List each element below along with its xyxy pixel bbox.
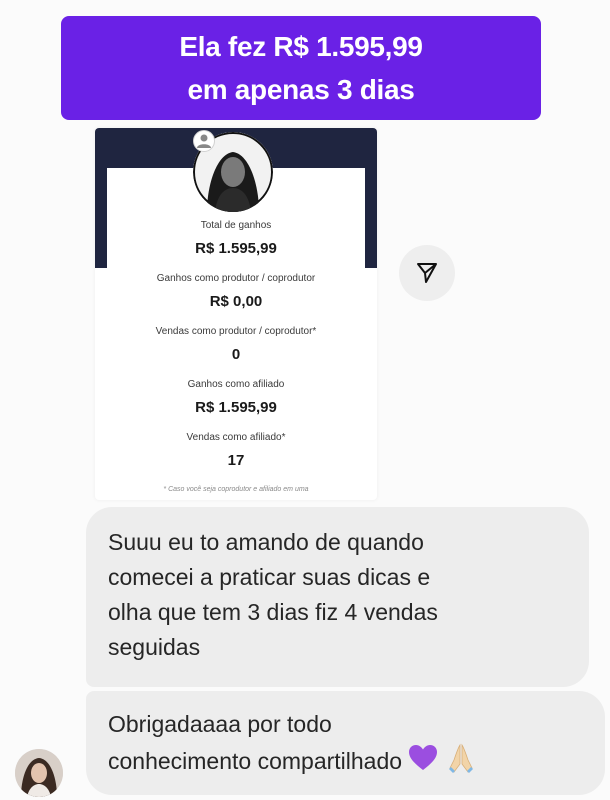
- headline-line-1: Ela fez R$ 1.595,99: [179, 31, 423, 62]
- folded-hands-icon: [445, 742, 477, 784]
- user-icon: [193, 130, 215, 152]
- stat-total-earnings: Total de ganhos R$ 1.595,99: [107, 218, 365, 271]
- stat-affiliate-earnings: Ganhos como afiliado R$ 1.595,99: [107, 377, 365, 430]
- stat-label: Total de ganhos: [200, 220, 272, 231]
- stat-value: R$ 1.595,99: [195, 240, 277, 257]
- headline-line-2: em apenas 3 dias: [187, 74, 415, 105]
- stat-value: 0: [231, 346, 241, 363]
- stat-label: Vendas como produtor / coprodutor*: [155, 326, 317, 337]
- sender-avatar[interactable]: [15, 749, 63, 797]
- stat-affiliate-sales: Vendas como afiliado* 17: [107, 430, 365, 483]
- stat-value: R$ 0,00: [209, 293, 263, 310]
- message-line: Suuu eu to amando de quando: [108, 529, 424, 555]
- send-icon: [417, 263, 437, 283]
- message-line: seguidas: [108, 634, 201, 660]
- stat-label: Ganhos como afiliado: [187, 379, 285, 390]
- stat-producer-earnings: Ganhos como produtor / coprodutor R$ 0,0…: [107, 271, 365, 324]
- message-line: conhecimento compartilhado: [108, 748, 403, 775]
- stat-value: 17: [227, 452, 245, 469]
- share-button[interactable]: [399, 245, 455, 301]
- message-line: olha que tem 3 dias fiz 4 vendas: [108, 599, 438, 625]
- message-line: Obrigadaaaa por todo: [108, 711, 332, 737]
- purple-heart-icon: [408, 744, 438, 782]
- earnings-stats: Total de ganhos R$ 1.595,99 Ganhos como …: [107, 218, 365, 483]
- earnings-footnote: * Caso você seja coprodutor e afiliado e…: [163, 486, 309, 493]
- stat-label: Ganhos como produtor / coprodutor: [156, 273, 316, 284]
- stat-producer-sales: Vendas como produtor / coprodutor* 0: [107, 324, 365, 377]
- message-line-with-emoji: conhecimento compartilhado: [108, 742, 583, 784]
- message-bubble: Obrigadaaaa por todo conhecimento compar…: [86, 691, 605, 795]
- message-line: comecei a praticar suas dicas e: [108, 564, 431, 590]
- stat-value: R$ 1.595,99: [195, 399, 277, 416]
- headline-banner: Ela fez R$ 1.595,99 em apenas 3 dias: [61, 16, 541, 120]
- message-bubble: Suuu eu to amando de quando comecei a pr…: [86, 507, 589, 687]
- stat-label: Vendas como afiliado*: [186, 432, 286, 443]
